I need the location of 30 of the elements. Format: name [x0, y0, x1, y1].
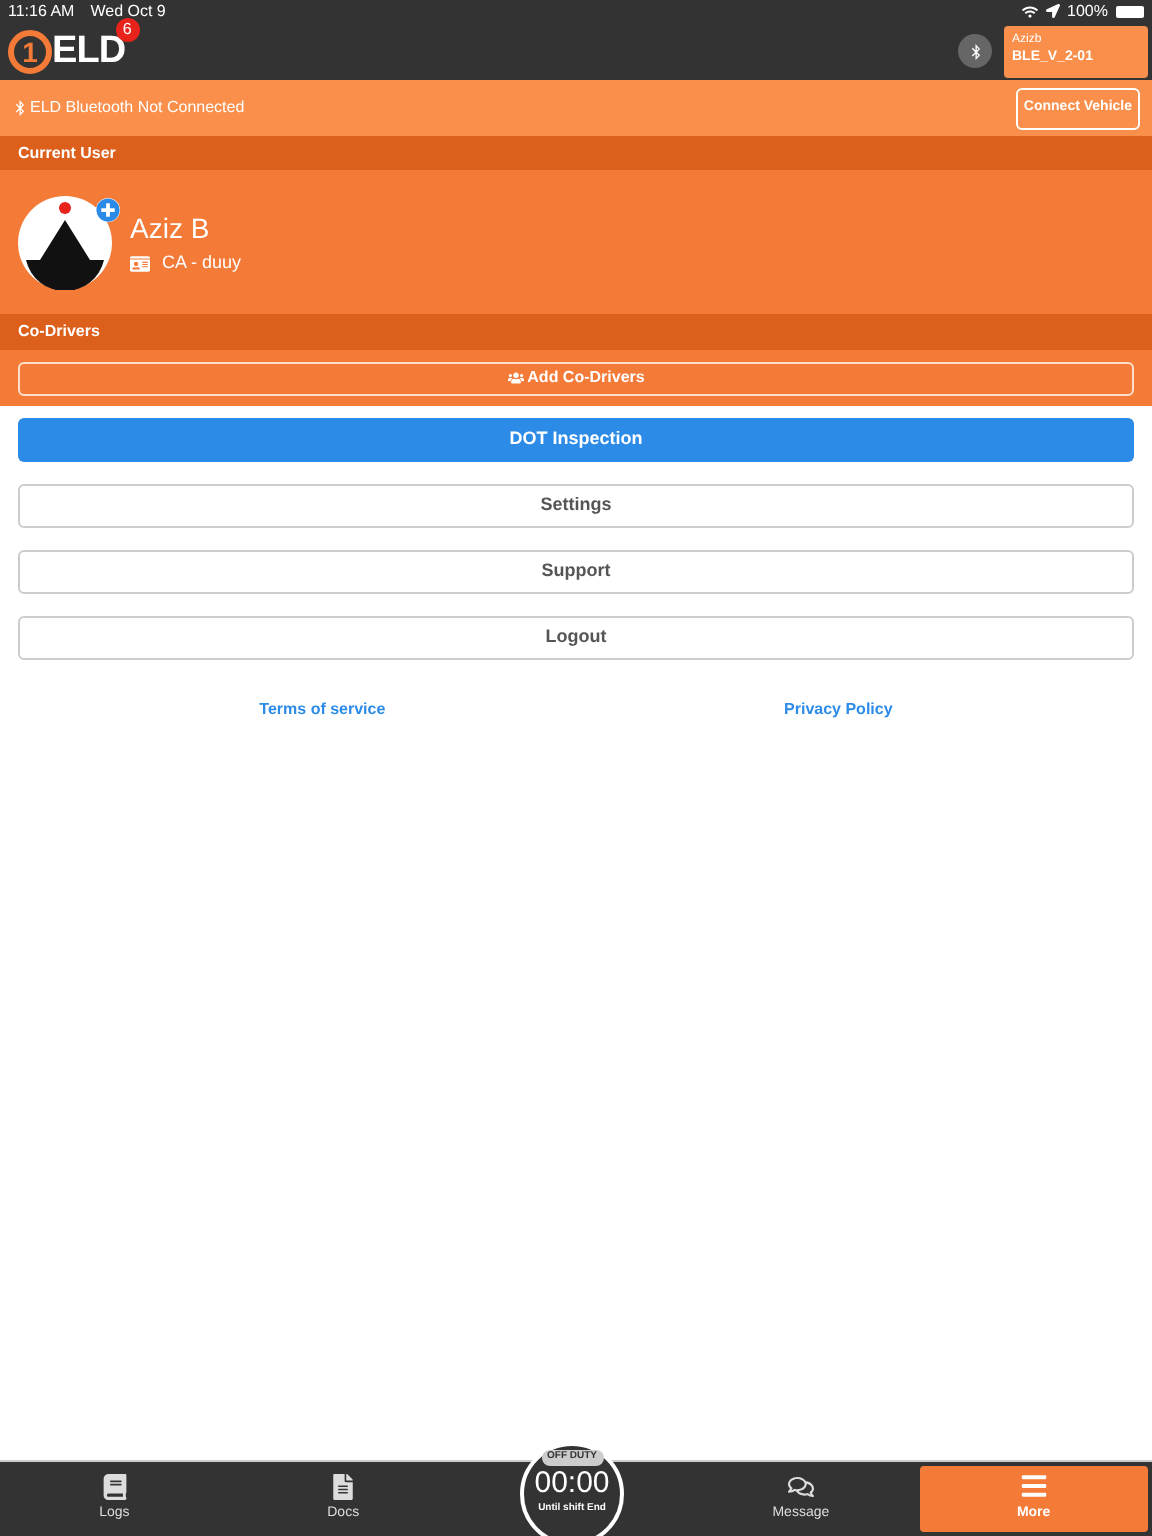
battery-percent: 100% — [1067, 0, 1108, 23]
menu-button[interactable]: DOT Inspection — [18, 418, 1134, 462]
chat-icon — [787, 1473, 814, 1500]
license-text: CA - duuy — [162, 249, 242, 276]
users-icon — [507, 370, 524, 386]
battery-icon — [1116, 5, 1144, 17]
menu-icon — [1019, 1472, 1048, 1501]
section-title: Current User — [18, 141, 116, 165]
timer-time: 00:00 — [534, 1465, 610, 1502]
bluetooth-button[interactable] — [958, 34, 992, 68]
menu-button[interactable]: Settings — [18, 484, 1134, 528]
bluetooth-icon — [967, 43, 983, 59]
logo-mark: 1 — [8, 29, 52, 73]
menu-button[interactable]: Support — [18, 550, 1134, 594]
menu-button[interactable]: Logout — [18, 616, 1134, 660]
avatar — [18, 195, 112, 289]
wifi-icon — [1021, 3, 1038, 19]
book-icon — [101, 1473, 128, 1500]
add-photo-icon[interactable] — [96, 197, 120, 221]
status-time: 11:16 AM — [8, 0, 75, 23]
status-date: Wed Oct 9 — [90, 0, 166, 22]
bluetooth-icon — [12, 100, 28, 116]
location-icon — [1045, 4, 1060, 18]
banner-message: ELD Bluetooth Not Connected — [30, 96, 245, 120]
user-name: Aziz B — [130, 209, 212, 248]
footer-link[interactable]: Privacy Policy — [784, 698, 893, 722]
section-title: Co-Drivers — [18, 320, 100, 344]
id-card-icon — [130, 253, 150, 273]
document-icon — [330, 1473, 357, 1500]
footer-link[interactable]: Terms of service — [259, 698, 386, 722]
